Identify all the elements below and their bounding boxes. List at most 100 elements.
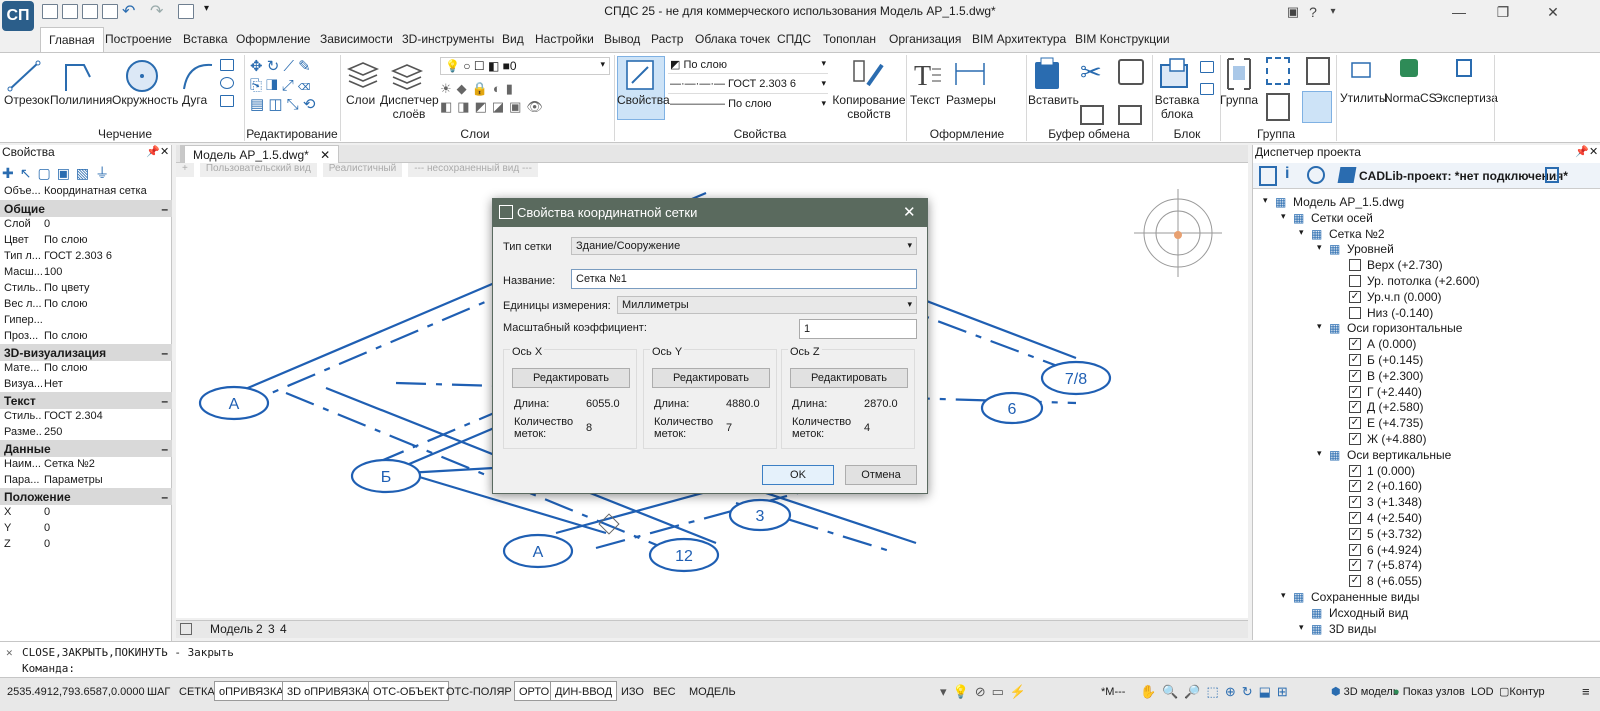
tree-checkbox[interactable]: ✓ [1349,543,1361,556]
scale-input[interactable]: 1 [799,319,917,339]
layer-dropdown[interactable]: 💡 ○ ☐ ◧ ■0 ▾ [440,57,610,75]
tree-axis-item[interactable]: 2 (+0.160) [1367,479,1422,493]
status-toggle[interactable]: ШАГ [142,681,175,701]
model-icon[interactable] [1307,166,1325,184]
selection-tools-icons[interactable]: ✚↖▢▣▧⏚ [2,163,115,183]
status-menu-icon[interactable]: ≡ [1582,684,1590,699]
tree-checkbox[interactable]: ✓ [1349,559,1361,572]
text-tool-icon[interactable]: T [912,59,942,91]
tree-axis-item[interactable]: 8 (+6.055) [1367,574,1422,588]
tree-checkbox[interactable]: ✓ [1349,369,1361,382]
expand-icon[interactable]: ▾ [1317,448,1322,459]
tree-axis-item[interactable]: А (0.000) [1367,337,1416,351]
tree-levels-node[interactable]: Уровней [1347,242,1394,256]
utilities-icon[interactable] [1348,57,1374,83]
status-toggle[interactable]: СЕТКА [174,681,220,701]
tree-axis-item[interactable]: 4 (+2.540) [1367,511,1422,525]
tab-layout-4[interactable]: 4 [280,622,287,636]
collapse-icon[interactable]: – [161,346,168,360]
expand-icon[interactable]: ▾ [1317,321,1322,332]
property-row[interactable]: Стиль... ГОСТ 2.304 [0,408,172,424]
tree-axis-item[interactable]: Г (+2.440) [1367,385,1422,399]
edit-axis-button[interactable]: Редактировать [790,368,908,388]
tree-axis-item[interactable]: Е (+4.735) [1367,416,1423,430]
status-tool-icons[interactable]: ▾💡⊘▭⚡ [940,684,1032,700]
layers-icon[interactable] [346,59,380,91]
status-toggle[interactable]: ИЗО [616,681,649,701]
tree-checkbox[interactable]: ✓ [1349,401,1361,414]
tree-checkbox[interactable]: ✓ [1349,385,1361,398]
tree-checkbox[interactable]: ✓ [1349,496,1361,509]
tree-checkbox[interactable]: ✓ [1349,464,1361,477]
tree-axis-item[interactable]: Ж (+4.880) [1367,432,1426,446]
property-row[interactable]: Цвет По слою [0,232,172,248]
expand-icon[interactable]: ▾ [1299,227,1304,238]
properties-section-header[interactable]: Общие – [0,200,172,217]
layer-manager-icon[interactable] [390,59,424,91]
property-row[interactable]: Тип л... ГОСТ 2.303 6 [0,248,172,264]
dialog-close-icon[interactable]: ✕ [903,203,916,221]
tree-level-item[interactable]: Ур.ч.п (0.000) [1367,290,1442,304]
tab-output[interactable]: Вывод [604,30,640,48]
block-edit-icon[interactable] [1200,61,1214,73]
cut-icon[interactable]: ✂ [1080,57,1102,88]
command-close-icon[interactable]: ✕ [6,646,13,659]
tree-axis-item[interactable]: 5 (+3.732) [1367,527,1422,541]
tab-3d-tools[interactable]: 3D-инструменты [402,30,494,48]
maximize-button[interactable]: ❐ [1488,2,1518,22]
line-tool-icon[interactable] [6,59,42,93]
status-toggle[interactable]: 3D оПРИВЯЗКА [282,681,374,701]
collapse-icon[interactable]: – [161,202,168,216]
tree-grid-node[interactable]: Сетка №2 [1329,227,1385,241]
tab-bim-structures[interactable]: BIM Конструкции [1075,30,1170,48]
tab-organization[interactable]: Организация [889,30,961,48]
tree-checkbox[interactable]: ✓ [1349,512,1361,524]
tree-axis-item[interactable]: 1 (0.000) [1367,464,1415,478]
property-row[interactable]: Проз... По слою [0,328,172,344]
ungroup-icon[interactable] [1266,57,1290,85]
pin-icon-2[interactable]: 📌 [1575,145,1589,158]
color-dropdown[interactable]: ◩ По слою ▾ [668,57,828,74]
tab-insert[interactable]: Вставка [183,30,228,48]
tree-checkbox[interactable] [1349,306,1361,319]
command-input[interactable] [76,660,1576,676]
group-select-toggle[interactable] [1302,91,1332,123]
tab-layout-3[interactable]: 3 [268,622,275,636]
dialog-title-bar[interactable]: Свойства координатной сетки ✕ [493,199,927,227]
tree-axis-item[interactable]: Д (+2.580) [1367,400,1424,414]
copy-icon[interactable] [1118,59,1144,85]
tab-view[interactable]: Вид [502,30,524,48]
tab-annotate[interactable]: Оформление [236,30,310,48]
tree-checkbox[interactable] [1349,275,1361,287]
name-input[interactable]: Сетка №1 [571,269,917,289]
tree-level-item[interactable]: Ур. потолка (+2.600) [1367,274,1480,288]
properties-section-header[interactable]: Положение – [0,488,172,505]
property-row[interactable]: Y0 [0,520,172,536]
grid-type-select[interactable]: Здание/Сооружение ▾ [571,237,917,255]
hatch-tool-icon[interactable] [220,95,234,107]
property-row[interactable]: Вес л... По слою [0,296,172,312]
tree-axis-item[interactable]: 3 (+1.348) [1367,495,1422,509]
expand-icon[interactable]: ▾ [1263,195,1268,206]
tree-checkbox[interactable]: ✓ [1349,527,1361,540]
tab-bim-architecture[interactable]: BIM Архитектура [972,30,1066,48]
help-dropdown-icon[interactable]: ▾ [1318,2,1348,22]
cancel-button[interactable]: Отмена [845,465,917,485]
property-row[interactable]: Z0 [0,536,172,552]
layout-menu-icon[interactable] [180,623,192,635]
property-row[interactable]: Разме... 250 [0,424,172,440]
tree-grids-node[interactable]: Сетки осей [1311,211,1373,225]
property-row[interactable]: Пара... Параметры [0,472,172,488]
status-toggle[interactable]: ВЕС [648,681,681,701]
tree-horizontal-axes-node[interactable]: Оси горизонтальные [1347,321,1462,335]
properties-section-header[interactable]: Текст – [0,392,172,409]
tree-checkbox[interactable]: ✓ [1349,575,1361,588]
normacs-icon[interactable] [1400,59,1418,77]
tab-home[interactable]: Главная [40,27,104,53]
tree-vertical-axes-node[interactable]: Оси вертикальные [1347,448,1451,462]
expand-icon[interactable]: ▾ [1281,211,1286,222]
dimension-tool-icon[interactable] [952,59,988,89]
close-button[interactable]: ✕ [1538,2,1568,22]
ellipse-tool-icon[interactable] [220,77,234,89]
tree-saved-views-node[interactable]: Сохраненные виды [1311,590,1419,604]
